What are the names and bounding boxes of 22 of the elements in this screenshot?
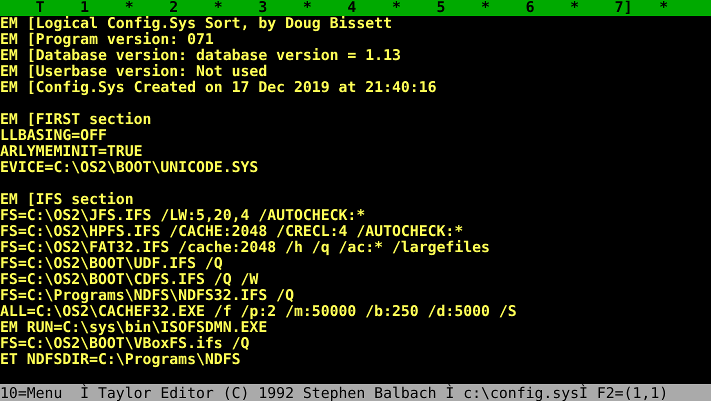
editor-line: EM [Database version: database version = 1.13	[0, 48, 401, 64]
editor-line: EM RUN=C:\sys\bin\ISOFSDMN.EXE	[0, 320, 268, 336]
editor-line: ARLYMEMINIT=TRUE	[0, 144, 143, 160]
editor-line: FS=C:\OS2\BOOT\UDF.IFS /Q	[0, 256, 223, 272]
editor-line: EM [Program version: 071	[0, 32, 214, 48]
editor-line: EVICE=C:\OS2\BOOT\UNICODE.SYS	[0, 160, 258, 176]
editor-line: FS=C:\OS2\JFS.IFS /LW:5,20,4 /AUTOCHECK:*	[0, 208, 366, 224]
editor-line: FS=C:\OS2\BOOT\CDFS.IFS /Q /W	[0, 272, 258, 288]
editor-line: EM [Logical Config.Sys Sort, by Doug Bissett	[0, 16, 392, 32]
editor-line: EM [FIRST section	[0, 112, 152, 128]
editor-line: ALL=C:\OS2\CACHEF32.EXE /f /p:2 /m:50000 /b:250 /d:5000 /S	[0, 304, 517, 320]
editor-line: EM [IFS section	[0, 192, 134, 208]
editor-line: EM [Userbase version: Not used	[0, 64, 268, 80]
editor-line: ET NDFSDIR=C:\Programs\NDFS	[0, 352, 241, 368]
editor-line: FS=C:\OS2\FAT32.IFS /cache:2048 /h /q /ac:* /largefiles	[0, 240, 490, 256]
editor-line: EM [Config.Sys Created on 17 Dec 2019 at 21:40:16	[0, 80, 437, 96]
editor-line: LLBASING=OFF	[0, 128, 107, 144]
ruler-text: T 1 * 2 * 3 * 4 * 5 * 6 * 7] *	[34, 0, 668, 16]
editor-line: FS=C:\Programs\NDFS\NDFS32.IFS /Q	[0, 288, 294, 304]
editor-line: FS=C:\OS2\HPFS.IFS /CACHE:2048 /CRECL:4 /AUTOCHECK:*	[0, 224, 464, 240]
status-text: 10=Menu Ì Taylor Editor (C) 1992 Stephen Balbach Ì c:\config.sysÌ F2=(1,1)	[0, 385, 668, 401]
editor-line: FS=C:\OS2\BOOT\VBoxFS.ifs /Q	[0, 336, 250, 352]
